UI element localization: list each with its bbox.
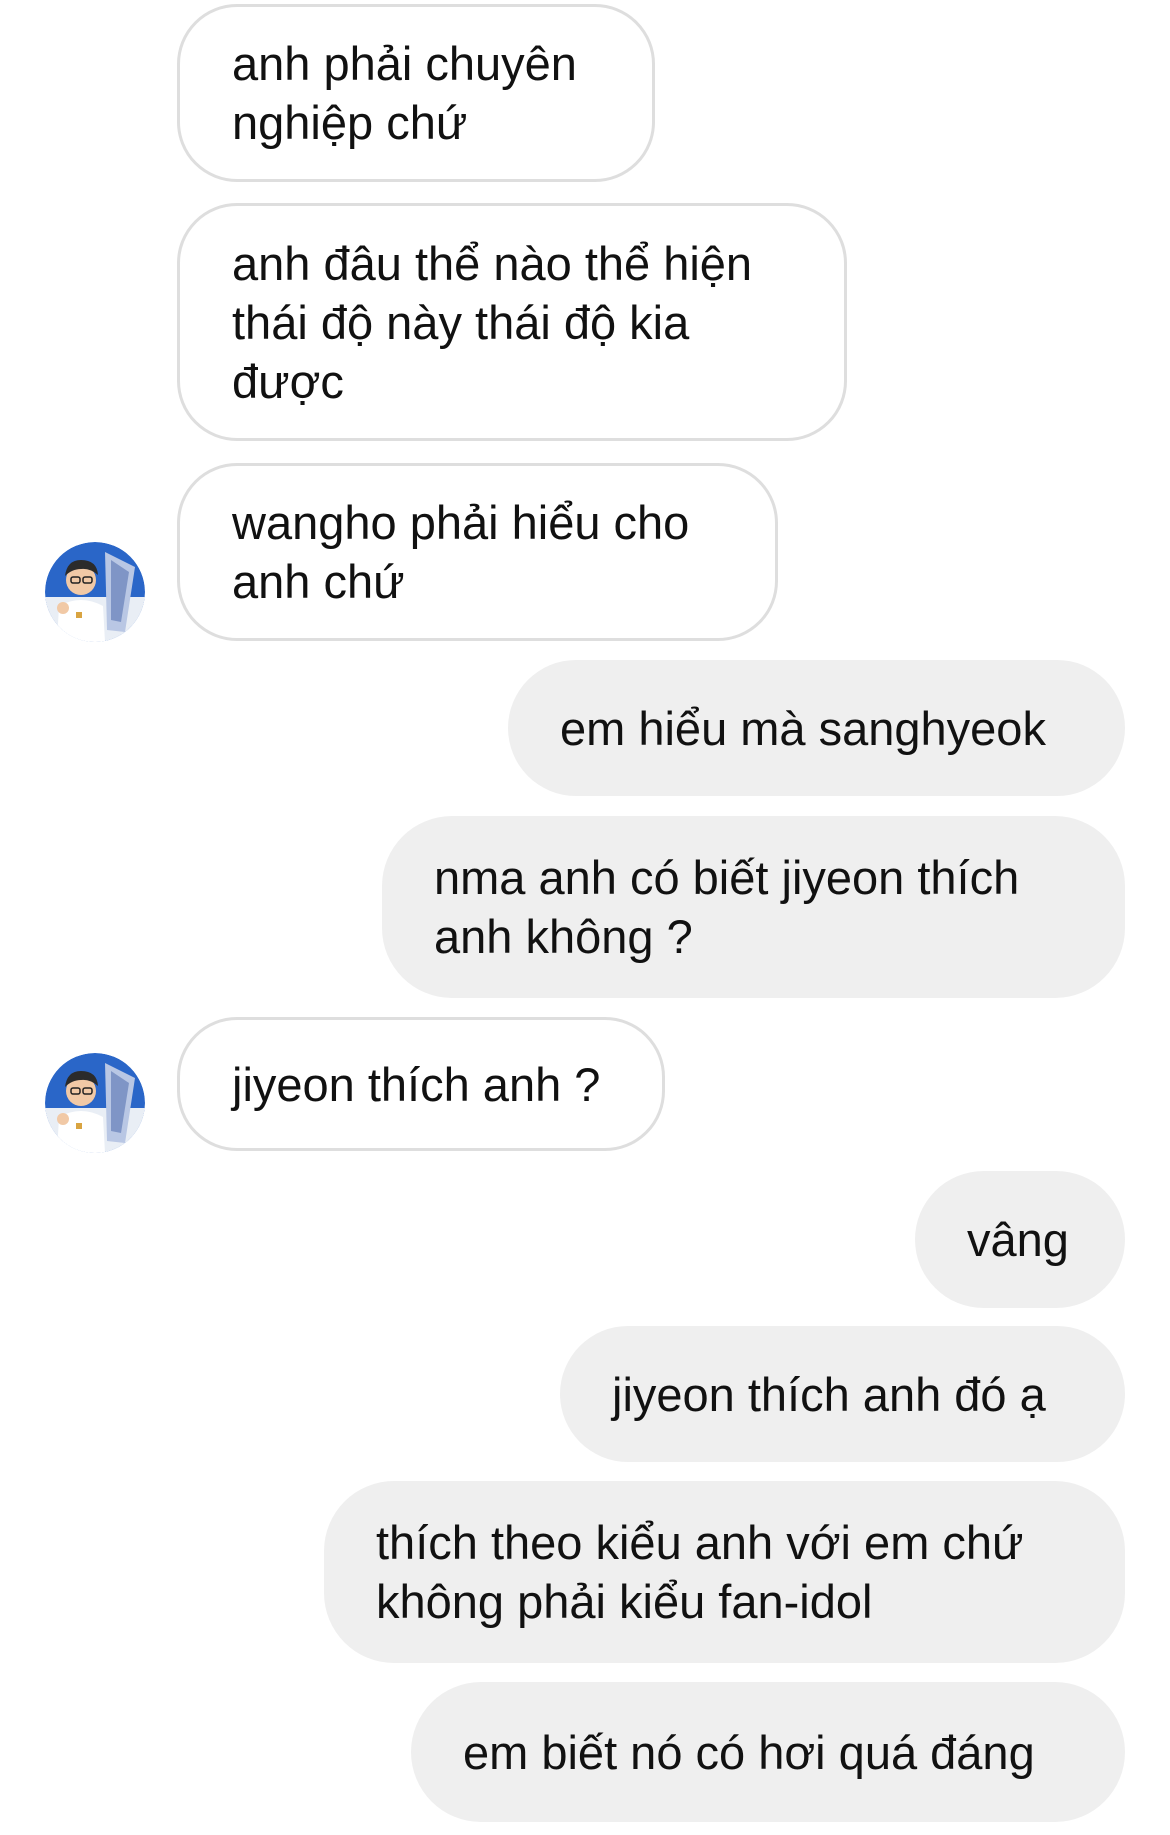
message-text: em biết nó có hơi quá đáng xyxy=(463,1725,1035,1779)
message-bubble-outgoing[interactable]: vâng xyxy=(915,1171,1125,1308)
message-bubble-outgoing[interactable]: jiyeon thích anh đó ạ xyxy=(560,1326,1125,1462)
message-text: jiyeon thích anh ? xyxy=(232,1057,601,1111)
message-bubble-outgoing[interactable]: nma anh có biết jiyeon thích anh không ? xyxy=(382,816,1125,998)
message-bubble-incoming[interactable]: anh đâu thể nào thể hiện thái độ này thá… xyxy=(177,203,847,441)
avatar[interactable] xyxy=(45,542,145,642)
message-bubble-incoming[interactable]: jiyeon thích anh ? xyxy=(177,1017,665,1151)
message-text: nma anh có biết jiyeon thích anh không ? xyxy=(434,851,1020,963)
message-bubble-incoming[interactable]: anh phải chuyên nghiệp chứ xyxy=(177,4,655,182)
message-bubble-outgoing[interactable]: em biết nó có hơi quá đáng xyxy=(411,1682,1125,1822)
message-text: vâng xyxy=(967,1213,1069,1266)
message-text: jiyeon thích anh đó ạ xyxy=(612,1367,1046,1421)
profile-photo-avatar-icon xyxy=(45,542,145,642)
message-bubble-outgoing[interactable]: em hiểu mà sanghyeok xyxy=(508,660,1125,796)
message-text: em hiểu mà sanghyeok xyxy=(560,701,1046,755)
message-bubble-incoming[interactable]: wangho phải hiểu cho anh chứ xyxy=(177,463,778,641)
message-text: anh phải chuyên nghiệp chứ xyxy=(232,37,577,149)
profile-photo-avatar-icon xyxy=(45,1053,145,1153)
message-text: thích theo kiểu anh với em chứ không phả… xyxy=(376,1516,1024,1628)
message-text: anh đâu thể nào thể hiện thái độ này thá… xyxy=(232,236,753,408)
message-text: wangho phải hiểu cho anh chứ xyxy=(232,496,690,608)
message-bubble-outgoing[interactable]: thích theo kiểu anh với em chứ không phả… xyxy=(324,1481,1125,1663)
avatar[interactable] xyxy=(45,1053,145,1153)
